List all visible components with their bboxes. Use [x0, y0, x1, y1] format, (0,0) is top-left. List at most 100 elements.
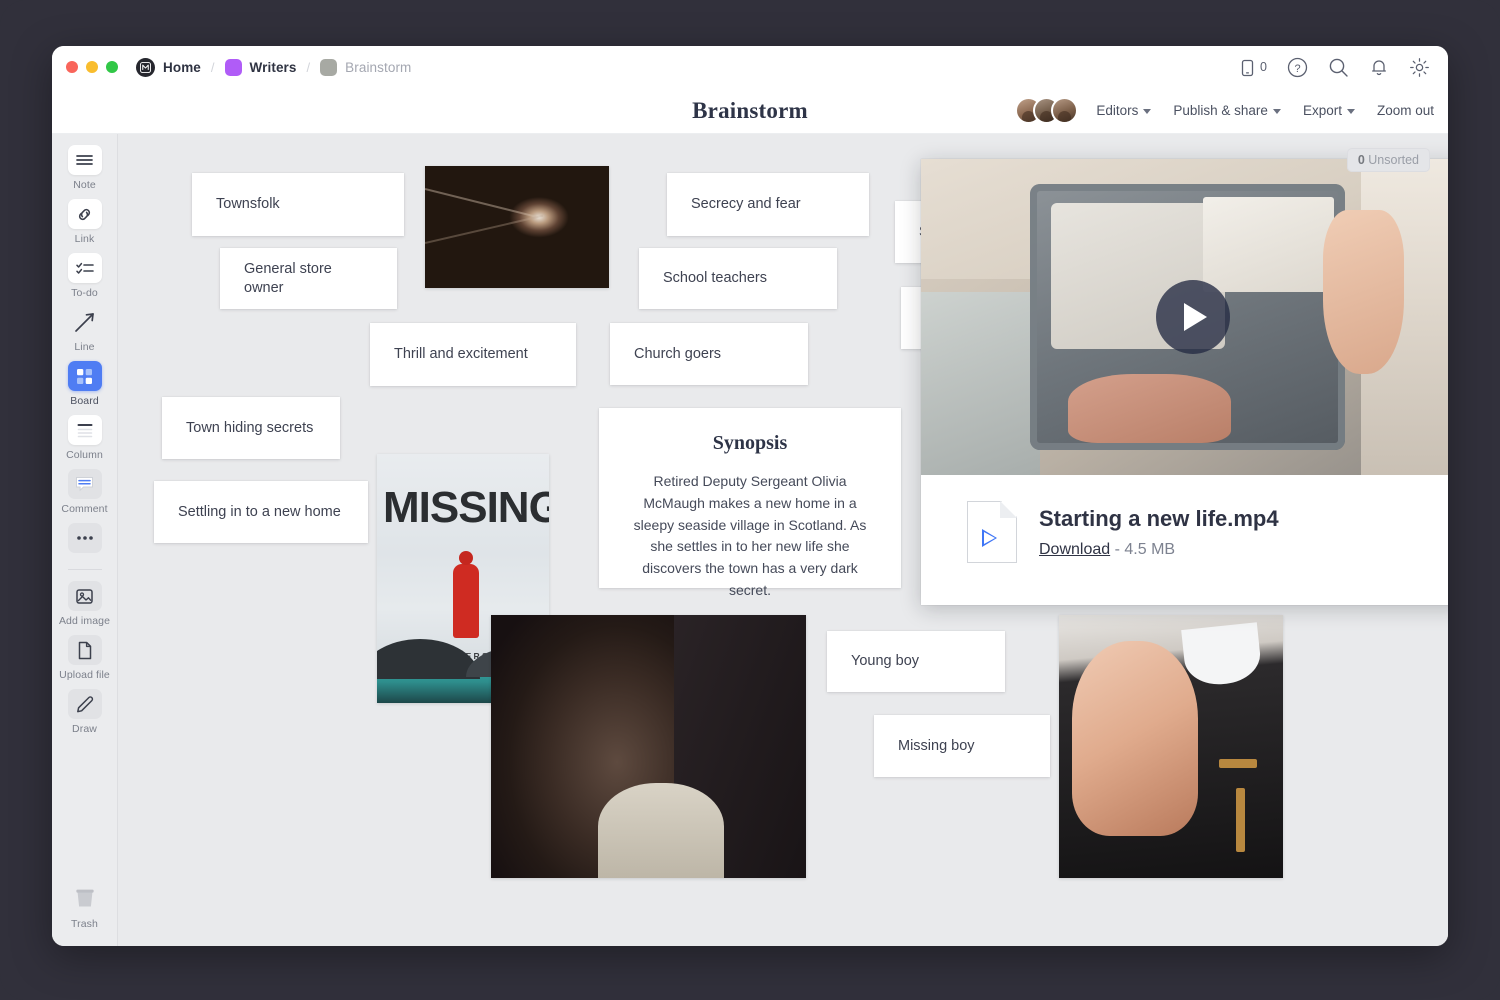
priest-hand-photo[interactable] [1059, 615, 1283, 878]
sidebar-tool-label-trash: Trash [71, 918, 98, 930]
play-button-icon[interactable] [1156, 280, 1230, 354]
pencil-icon [68, 689, 102, 719]
note-card-text: Townsfolk [216, 195, 280, 214]
cross-horizontal [1219, 759, 1257, 768]
search-icon[interactable] [1328, 57, 1349, 78]
upload-file-icon [68, 635, 102, 665]
editors-menu[interactable]: Editors [1096, 103, 1151, 118]
sidebar-tool-link[interactable]: Link [57, 199, 113, 245]
sidebar-tool-todo[interactable]: To-do [57, 253, 113, 299]
window-controls[interactable] [66, 61, 118, 73]
video-thumbnail[interactable] [921, 159, 1448, 475]
column-icon [68, 415, 102, 445]
publish-share-menu[interactable]: Publish & share [1173, 103, 1281, 118]
todo-icon [68, 253, 102, 283]
image-icon [68, 581, 102, 611]
note-card-text: General store owner [244, 260, 373, 298]
play-triangle [1184, 303, 1207, 331]
note-card-text: Young boy [851, 652, 919, 671]
sidebar-tool-more[interactable] [57, 523, 113, 557]
zoom-out-button[interactable]: Zoom out [1377, 103, 1434, 118]
sidebar-tool-note[interactable]: Note [57, 145, 113, 191]
sidebar-tool-draw[interactable]: Draw [57, 689, 113, 735]
desktop-background: Home / Writers / Brainstorm 0 [0, 0, 1500, 1000]
gear-icon[interactable] [1409, 57, 1430, 78]
sidebar-tool-label-draw: Draw [72, 723, 97, 735]
note-card[interactable]: Settling in to a new home [154, 481, 368, 543]
synopsis-body: Retired Deputy Sergeant Olivia McMaugh m… [625, 471, 875, 602]
note-card[interactable]: Church goers [610, 323, 808, 385]
breadcrumb-item-home[interactable]: Home [136, 58, 201, 77]
download-link[interactable]: Download [1039, 541, 1110, 558]
note-card[interactable]: Young boy [827, 631, 1005, 692]
sidebar-tool-label-link: Link [75, 233, 95, 245]
tunnel-photo[interactable] [425, 166, 609, 288]
sidebar-tool-label-board: Board [70, 395, 99, 407]
sidebar-tool-label-note: Note [73, 179, 96, 191]
minimize-window-button[interactable] [86, 61, 98, 73]
sidebar-tool-upload-file[interactable]: Upload file [57, 635, 113, 681]
breadcrumb-item-brainstorm[interactable]: Brainstorm [320, 59, 411, 76]
synopsis-card[interactable]: Synopsis Retired Deputy Sergeant Olivia … [599, 408, 901, 588]
note-card-text: Settling in to a new home [178, 503, 341, 522]
close-window-button[interactable] [66, 61, 78, 73]
note-card-text: Thrill and excitement [394, 345, 528, 364]
header-actions: Editors Publish & share Export Zoom out [1015, 88, 1434, 133]
cross-vertical [1236, 788, 1245, 852]
app-window: Home / Writers / Brainstorm 0 [52, 46, 1448, 946]
help-icon[interactable]: ? [1287, 57, 1308, 78]
bell-icon[interactable] [1369, 57, 1389, 78]
video-file-icon [967, 501, 1017, 563]
document-header: Brainstorm Editors Publish & share Expor… [52, 88, 1448, 134]
mobile-icon[interactable]: 0 [1239, 58, 1267, 77]
editors-menu-label: Editors [1096, 103, 1138, 118]
breadcrumb-label-writers: Writers [250, 60, 297, 75]
hand-shape [1072, 641, 1197, 836]
chevron-down-icon [1273, 109, 1281, 114]
board-canvas[interactable]: 0 Unsorted Townsfolk General store owner… [118, 134, 1448, 946]
sidebar-tool-comment[interactable]: Comment [57, 469, 113, 515]
note-card[interactable]: Missing boy [874, 715, 1050, 777]
sidebar-tool-label-comment: Comment [61, 503, 107, 515]
file-meta-separator: - [1115, 541, 1120, 558]
sidebar-tool-board[interactable]: Board [57, 361, 113, 407]
sidebar-tool-add-image[interactable]: Add image [57, 581, 113, 627]
breadcrumb: Home / Writers / Brainstorm [136, 58, 411, 77]
avatar[interactable] [1051, 97, 1078, 124]
sidebar-tool-column[interactable]: Column [57, 415, 113, 461]
sidebar-divider [68, 569, 102, 570]
sidebar-tool-label-column: Column [66, 449, 103, 461]
chevron-down-icon [1143, 109, 1151, 114]
woman-photo[interactable] [491, 615, 806, 878]
note-card[interactable]: Secrecy and fear [667, 173, 869, 236]
publish-share-label: Publish & share [1173, 103, 1268, 118]
file-size: 4.5 MB [1124, 541, 1175, 558]
note-card[interactable]: Town hiding secrets [162, 397, 340, 459]
video-shoe-layer [1068, 374, 1231, 444]
note-card[interactable]: School teachers [639, 248, 837, 309]
export-menu[interactable]: Export [1303, 103, 1355, 118]
note-card[interactable]: General store owner [220, 248, 397, 309]
note-card[interactable]: Townsfolk [192, 173, 404, 236]
file-fold [1000, 501, 1017, 518]
unsorted-count: 0 [1358, 153, 1365, 167]
sidebar-tool-label-line: Line [74, 341, 94, 353]
status-badge[interactable]: 0 Unsorted [1347, 148, 1430, 172]
export-label: Export [1303, 103, 1342, 118]
maximize-window-button[interactable] [106, 61, 118, 73]
board-icon [68, 361, 102, 391]
note-card-text: School teachers [663, 269, 767, 288]
video-attachment-panel[interactable]: Starting a new life.mp4 Download - 4.5 M… [921, 159, 1448, 605]
sidebar-tool-label-todo: To-do [71, 287, 98, 299]
trash-icon [68, 884, 102, 914]
note-card-text: Town hiding secrets [186, 419, 313, 438]
file-name: Starting a new life.mp4 [1039, 506, 1279, 532]
sidebar-tool-line[interactable]: Line [57, 307, 113, 353]
breadcrumb-item-writers[interactable]: Writers [225, 59, 297, 76]
more-dots-icon [68, 523, 102, 553]
sidebar-tool-trash[interactable]: Trash [57, 884, 113, 930]
note-card[interactable]: Thrill and excitement [370, 323, 576, 386]
link-icon [68, 199, 102, 229]
window-titlebar: Home / Writers / Brainstorm 0 [52, 46, 1448, 88]
editor-avatars[interactable] [1015, 97, 1078, 124]
